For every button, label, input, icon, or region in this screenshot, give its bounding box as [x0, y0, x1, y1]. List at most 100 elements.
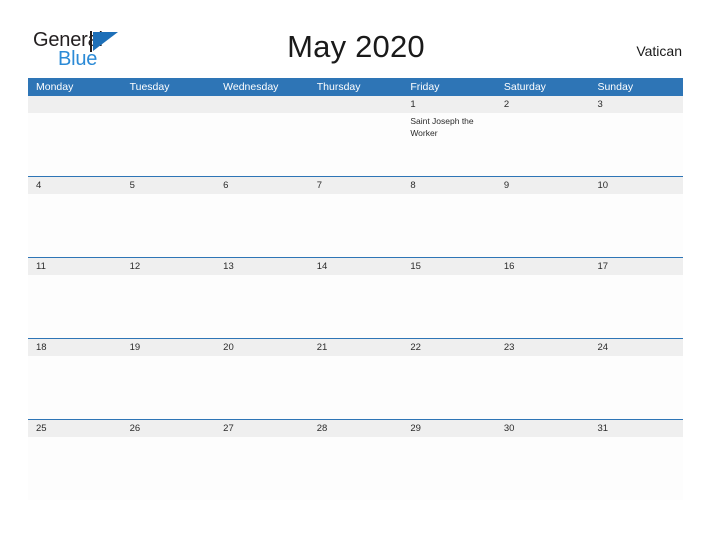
day-cell-8[interactable] [402, 194, 496, 257]
week-date-band: 11 12 13 14 15 16 17 [28, 258, 683, 275]
day-number-29[interactable]: 29 [402, 420, 496, 437]
weekday-header-tuesday: Tuesday [129, 81, 170, 93]
week-event-band [28, 194, 683, 257]
week-date-band: 123 [28, 96, 683, 113]
day-number-24[interactable]: 24 [589, 339, 683, 356]
day-cell-16[interactable] [496, 275, 590, 338]
day-cell-13[interactable] [215, 275, 309, 338]
calendar-week-row: 11 12 13 14 15 16 17 [28, 257, 683, 338]
day-cell-22[interactable] [402, 356, 496, 419]
week-date-band: 25 26 27 28 29 30 31 [28, 420, 683, 437]
calendar-week-row: 25 26 27 28 29 30 31 [28, 419, 683, 500]
week-event-band [28, 275, 683, 338]
day-number-5[interactable]: 5 [122, 177, 216, 194]
calendar-page: General Blue May 2020 Vatican Monday Tues… [0, 0, 712, 550]
day-number-13[interactable]: 13 [215, 258, 309, 275]
day-cell-6[interactable] [215, 194, 309, 257]
day-cell-24[interactable] [589, 356, 683, 419]
day-number-11[interactable]: 11 [28, 258, 122, 275]
calendar-week-row: 4 5 6 7 8 9 10 [28, 176, 683, 257]
day-number-28[interactable]: 28 [309, 420, 403, 437]
day-number-empty [28, 96, 122, 113]
day-number-22[interactable]: 22 [402, 339, 496, 356]
weekday-header-saturday: Saturday [503, 81, 546, 93]
day-cell-30[interactable] [496, 437, 590, 500]
region-label: Vatican [636, 43, 682, 59]
day-number-10[interactable]: 10 [589, 177, 683, 194]
calendar-grid: Monday Tuesday Wednesday Thursday Friday Satu… [28, 78, 683, 500]
calendar-weeks: 1 2 3 Saint Joseph the Worker 4 5 6 7 8 9 10 11 12 13… [28, 96, 683, 500]
day-cell-empty [122, 113, 216, 176]
day-cell-29[interactable] [402, 437, 496, 500]
day-number-7[interactable]: 7 [309, 177, 403, 194]
day-cell-28[interactable] [309, 437, 403, 500]
day-number-empty [309, 96, 403, 113]
weekday-header-sunday: Sunday [597, 81, 634, 93]
day-number-9[interactable]: 9 [496, 177, 590, 194]
day-cell-14[interactable] [309, 275, 403, 338]
day-number-25[interactable]: 25 [28, 420, 122, 437]
day-cell-25[interactable] [28, 437, 122, 500]
day-cell-19[interactable] [122, 356, 216, 419]
weekday-header-monday: Monday [36, 81, 74, 93]
calendar-week-row: 1 2 3 Saint Joseph the Worker [28, 96, 683, 176]
week-event-band [28, 356, 683, 419]
day-cell-17[interactable] [589, 275, 683, 338]
day-cell-empty [28, 113, 122, 176]
day-cell-9[interactable] [496, 194, 590, 257]
day-cell-23[interactable] [496, 356, 590, 419]
day-cell-20[interactable] [215, 356, 309, 419]
week-event-band [28, 437, 683, 500]
day-cell-3[interactable] [589, 113, 683, 176]
day-number-15[interactable]: 15 [402, 258, 496, 275]
day-number-21[interactable]: 21 [309, 339, 403, 356]
day-cell-7[interactable] [309, 194, 403, 257]
page-header: General Blue May 2020 Vatican [0, 0, 712, 76]
day-number-31[interactable]: 31 [589, 420, 683, 437]
day-number-18[interactable]: 18 [28, 339, 122, 356]
day-cell-empty [215, 113, 309, 176]
day-event: Saint Joseph the Worker [410, 116, 474, 138]
day-number-12[interactable]: 12 [122, 258, 216, 275]
day-number-26[interactable]: 26 [122, 420, 216, 437]
weekday-header-friday: Friday [410, 81, 440, 93]
day-cell-empty [309, 113, 403, 176]
day-number-empty [122, 96, 216, 113]
day-cell-1[interactable]: Saint Joseph the Worker [402, 113, 496, 176]
day-cell-11[interactable] [28, 275, 122, 338]
day-number-17[interactable]: 17 [589, 258, 683, 275]
week-date-band: 18 19 20 21 22 23 24 [28, 339, 683, 356]
day-cell-4[interactable] [28, 194, 122, 257]
page-title: May 2020 [287, 29, 425, 64]
day-number-4[interactable]: 4 [28, 177, 122, 194]
day-cell-31[interactable] [589, 437, 683, 500]
day-cell-15[interactable] [402, 275, 496, 338]
day-number-20[interactable]: 20 [215, 339, 309, 356]
day-number-30[interactable]: 30 [496, 420, 590, 437]
day-cell-5[interactable] [122, 194, 216, 257]
day-number-8[interactable]: 8 [402, 177, 496, 194]
day-cell-10[interactable] [589, 194, 683, 257]
day-number-6[interactable]: 6 [215, 177, 309, 194]
day-number-1[interactable]: 1 [402, 96, 496, 113]
day-number-14[interactable]: 14 [309, 258, 403, 275]
day-number-2[interactable]: 2 [496, 96, 590, 113]
week-event-band: Saint Joseph the Worker [28, 113, 683, 176]
weekday-header-wednesday: Wednesday [223, 81, 279, 93]
calendar-week-row: 18 19 20 21 22 23 24 [28, 338, 683, 419]
day-number-3[interactable]: 3 [589, 96, 683, 113]
day-cell-21[interactable] [309, 356, 403, 419]
weekday-header-thursday: Thursday [316, 81, 361, 93]
weekday-header-row: Monday Tuesday Wednesday Thursday Friday Satu… [28, 78, 683, 96]
day-cell-2[interactable] [496, 113, 590, 176]
day-cell-12[interactable] [122, 275, 216, 338]
week-date-band: 4 5 6 7 8 9 10 [28, 177, 683, 194]
day-cell-26[interactable] [122, 437, 216, 500]
day-number-19[interactable]: 19 [122, 339, 216, 356]
day-number-23[interactable]: 23 [496, 339, 590, 356]
day-cell-18[interactable] [28, 356, 122, 419]
day-number-27[interactable]: 27 [215, 420, 309, 437]
day-cell-27[interactable] [215, 437, 309, 500]
day-number-16[interactable]: 16 [496, 258, 590, 275]
day-number-empty [215, 96, 309, 113]
